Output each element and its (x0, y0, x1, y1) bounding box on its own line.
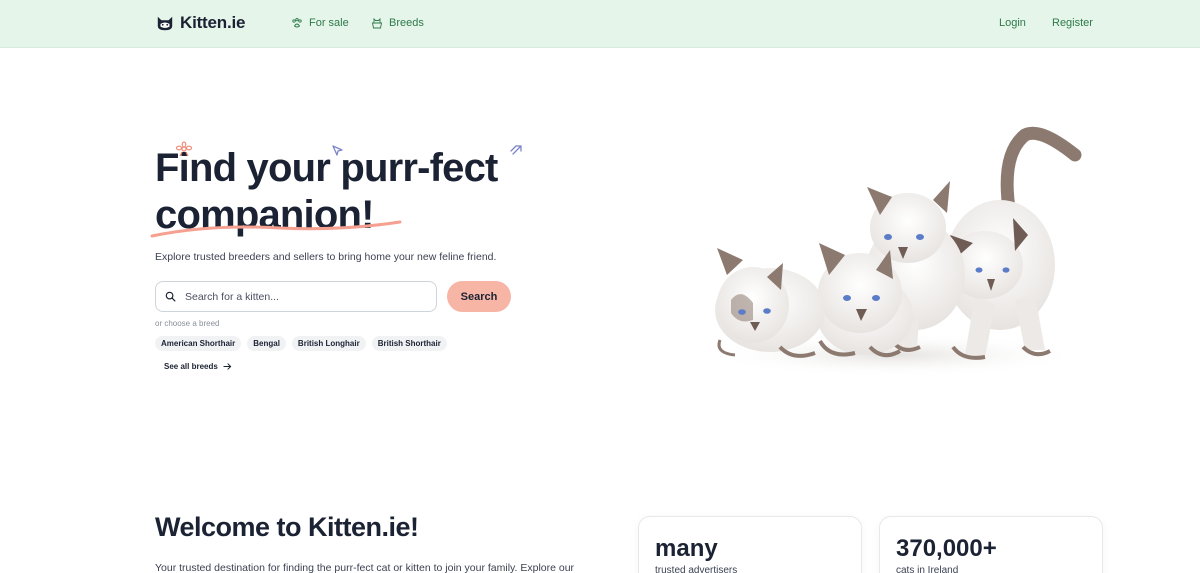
paw-icon (292, 17, 302, 28)
flower-doodle-icon (175, 141, 193, 157)
brand-link[interactable]: Kitten.ie (156, 13, 245, 33)
stat-value: 370,000+ (896, 535, 997, 562)
see-all-breeds-link[interactable]: See all breeds (158, 359, 238, 374)
search-icon (165, 291, 176, 302)
stat-label: cats in Ireland (896, 565, 959, 573)
cat-face-icon (157, 16, 173, 31)
login-link[interactable]: Login (999, 17, 1026, 29)
see-all-breeds-label: See all breeds (164, 362, 218, 371)
stat-label: trusted advertisers (655, 565, 738, 573)
breed-chip-british-longhair[interactable]: British Longhair (291, 336, 366, 351)
breed-chip-bengal[interactable]: Bengal (247, 336, 286, 351)
nav-link-for-sale[interactable]: For sale (291, 17, 349, 29)
stat-value: many (655, 535, 718, 562)
search-box (155, 281, 437, 312)
nav-link-breeds-label: Breeds (389, 17, 424, 29)
arrow-right-icon (223, 363, 231, 370)
breed-chips: American Shorthair Bengal British Longha… (155, 336, 447, 351)
arrow-doodle-icon (510, 145, 522, 155)
stat-card-cats: 370,000+ cats in Ireland (879, 516, 1103, 573)
welcome-text: Your trusted destination for finding the… (155, 562, 575, 573)
search-input[interactable] (185, 290, 425, 303)
brand-name: Kitten.ie (180, 13, 246, 32)
register-link[interactable]: Register (1052, 17, 1093, 29)
breed-chip-british-shorthair[interactable]: British Shorthair (371, 336, 447, 351)
welcome-title: Welcome to Kitten.ie! (155, 512, 419, 542)
hero-subtitle: Explore trusted breeders and sellers to … (155, 251, 497, 263)
underline-swoosh (150, 220, 402, 238)
search-button[interactable]: Search (447, 281, 511, 312)
arrow-doodle-icon (332, 145, 343, 156)
nav-link-breeds[interactable]: Breeds (371, 17, 424, 29)
kittens-hero-image (705, 126, 1085, 377)
stat-card-advertisers: many trusted advertisers (638, 516, 862, 573)
nav-link-for-sale-label: For sale (309, 17, 349, 29)
breed-chip-american-shorthair[interactable]: American Shorthair (155, 336, 242, 351)
top-navbar: Kitten.ie For sale Breeds Login Register (0, 0, 1200, 48)
cat-basket-icon (371, 17, 383, 29)
choose-breed-label: or choose a breed (155, 319, 220, 328)
